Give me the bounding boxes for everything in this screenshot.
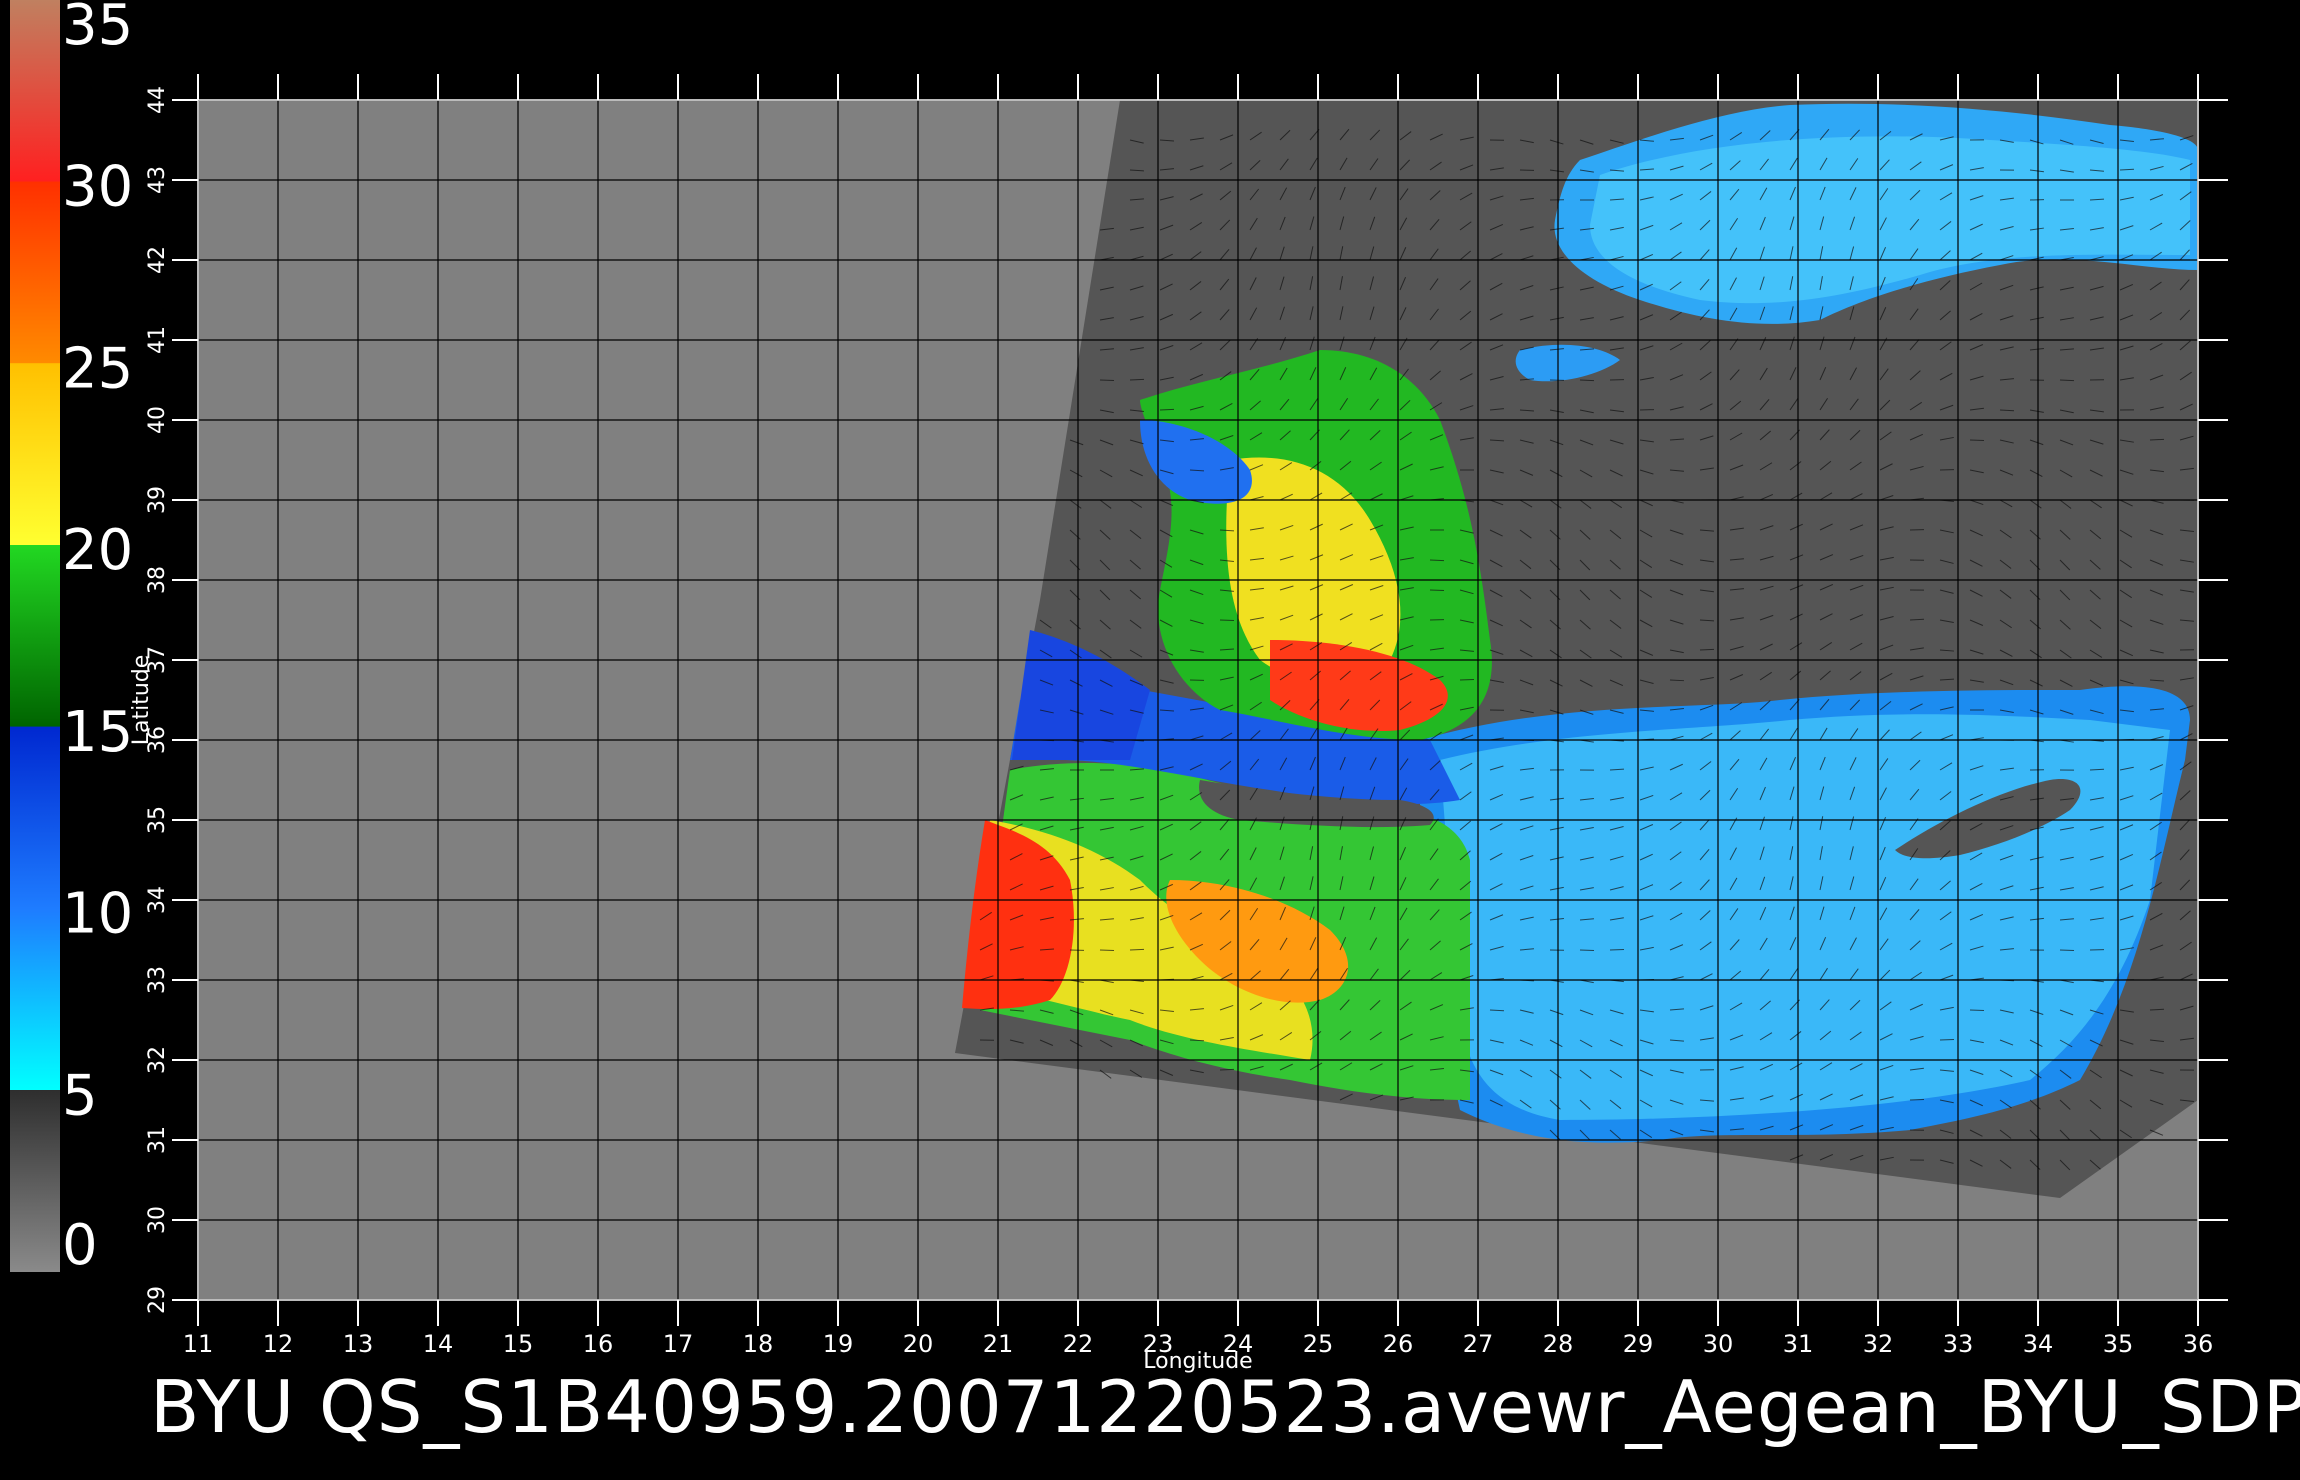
longitude-tick-label: 14 [423,1330,454,1358]
latitude-tick-label: 39 [145,486,170,514]
longitude-tick-label: 17 [663,1330,694,1358]
latitude-tick-label: 30 [145,1206,170,1234]
longitude-tick-label: 31 [1783,1330,1814,1358]
colorbar-gradient [10,0,60,1272]
wind-vector [2059,949,2075,952]
longitude-tick-label: 25 [1303,1330,1334,1358]
wind-vector [2149,438,2165,441]
longitude-tick-label: 15 [503,1330,534,1358]
longitude-tick-label: 29 [1623,1330,1654,1358]
longitude-tick-label: 16 [583,1330,614,1358]
wind-vector [1699,648,1715,651]
latitude-tick-label: 40 [145,406,170,434]
colorbar-tick-label: 10 [62,882,133,947]
wind-vector [1129,948,1145,951]
longitude-tick-label: 18 [743,1330,774,1358]
longitude-tick-label: 26 [1383,1330,1414,1358]
wind-map-figure: 0 5 10 15 20 25 30 35 11 12 13 14 15 16 17 18 1… [10,0,2228,1374]
wind-vector [1099,379,1115,382]
latitude-tick-label: 35 [145,806,170,834]
longitude-tick-label: 11 [183,1330,214,1358]
latitude-tick-label: 44 [145,86,170,114]
latitude-tick-label: 42 [145,246,170,274]
latitude-tick-label: 31 [145,1126,170,1154]
longitude-tick-label: 30 [1703,1330,1734,1358]
longitude-tick-label: 33 [1943,1330,1974,1358]
latitude-tick-label: 33 [145,966,170,994]
longitude-tick-label: 36 [2183,1330,2214,1358]
latitude-tick-label: 41 [145,326,170,354]
map-plot: 11 12 13 14 15 16 17 18 19 20 21 22 23 24 25 26 27 28 29 30… [129,74,2228,1374]
y-axis-label: Latitude [129,655,154,746]
wind-vector [1429,559,1445,562]
wind-vector [1669,679,1685,682]
colorbar-tick-label: 35 [62,0,133,58]
wind-vector [1459,678,1475,681]
longitude-tick-label: 21 [983,1330,1014,1358]
longitude-tick-label: 34 [2023,1330,2054,1358]
wind-vector [1219,1068,1235,1071]
longitude-tick-label: 20 [903,1330,934,1358]
colorbar-tick-label: 5 [62,1063,98,1128]
longitude-tick-label: 19 [823,1330,854,1358]
latitude-tick-label: 32 [145,1046,170,1074]
longitude-tick-label: 27 [1463,1330,1494,1358]
wind-vector [1129,378,1145,381]
colorbar-tick-label: 15 [62,700,133,765]
wind-vector [2059,379,2075,382]
latitude-tick-label: 29 [145,1286,170,1314]
wind-vector [1579,379,1595,382]
image-caption: BYU QS_S1B40959.20071220523.avewr_Aegean… [150,1365,2300,1449]
colorbar-tick-label: 20 [62,518,133,583]
longitude-tick-label: 32 [1863,1330,1894,1358]
wind-vector [1579,949,1595,952]
longitude-tick-label: 22 [1063,1330,1094,1358]
latitude-tick-label: 34 [145,886,170,914]
latitude-tick-label: 38 [145,566,170,594]
colorbar-tick-labels: 0 5 10 15 20 25 30 35 [62,0,133,1278]
longitude-tick-label: 13 [343,1330,374,1358]
wind-vector [1219,619,1235,622]
colorbar-tick-label: 25 [62,336,133,401]
wind-vector [1909,618,1925,621]
colorbar-tick-label: 0 [62,1213,98,1278]
colorbar: 0 5 10 15 20 25 30 35 [10,0,133,1278]
longitude-tick-label: 12 [263,1330,294,1358]
wind-vector [1159,408,1175,411]
colorbar-tick-label: 30 [62,155,133,220]
longitude-tick-label: 28 [1543,1330,1574,1358]
latitude-tick-label: 43 [145,166,170,194]
wind-vector [1969,439,1985,442]
longitude-tick-label: 35 [2103,1330,2134,1358]
